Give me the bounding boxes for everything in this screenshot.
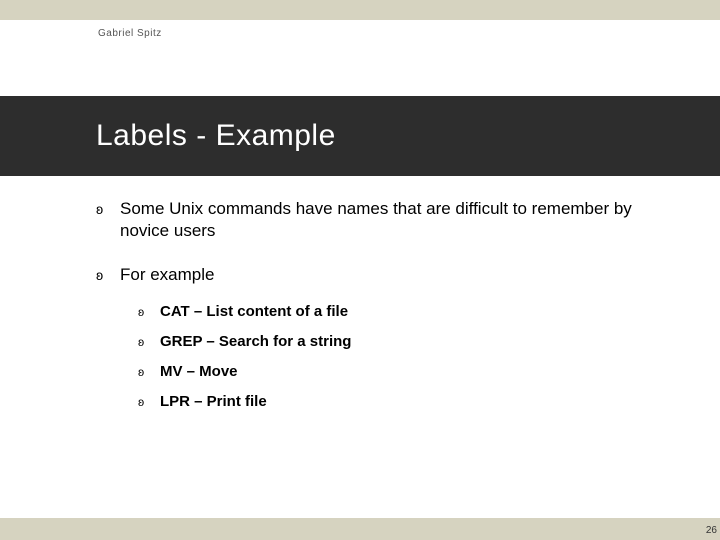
page-number: 26 [706, 525, 717, 536]
sub-bullet-item: ʚ LPR – Print file [138, 392, 660, 412]
slide-body: ʚ Some Unix commands have names that are… [96, 198, 660, 422]
bullet-icon: ʚ [138, 332, 160, 352]
sub-bullet-item: ʚ CAT – List content of a file [138, 302, 660, 322]
title-band: Labels - Example [0, 96, 720, 176]
slide: Gabriel Spitz Labels - Example ʚ Some Un… [0, 0, 720, 540]
bullet-text: Some Unix commands have names that are d… [120, 198, 660, 242]
sub-bullet-text: GREP – Search for a string [160, 332, 351, 352]
sub-bullet-item: ʚ GREP – Search for a string [138, 332, 660, 352]
bullet-icon: ʚ [138, 392, 160, 412]
sub-bullet-list: ʚ CAT – List content of a file ʚ GREP – … [138, 302, 660, 412]
bullet-item: ʚ Some Unix commands have names that are… [96, 198, 660, 242]
top-accent-bar [0, 0, 720, 20]
sub-bullet-text: MV – Move [160, 362, 238, 382]
bottom-accent-bar [0, 518, 720, 540]
bullet-text: For example [120, 264, 214, 286]
bullet-icon: ʚ [138, 362, 160, 382]
bullet-icon: ʚ [96, 198, 120, 242]
slide-title: Labels - Example [96, 119, 336, 153]
sub-bullet-text: LPR – Print file [160, 392, 267, 412]
bullet-icon: ʚ [138, 302, 160, 322]
bullet-item: ʚ For example [96, 264, 660, 286]
sub-bullet-item: ʚ MV – Move [138, 362, 660, 382]
bullet-icon: ʚ [96, 264, 120, 286]
author-name: Gabriel Spitz [98, 28, 162, 39]
sub-bullet-text: CAT – List content of a file [160, 302, 348, 322]
